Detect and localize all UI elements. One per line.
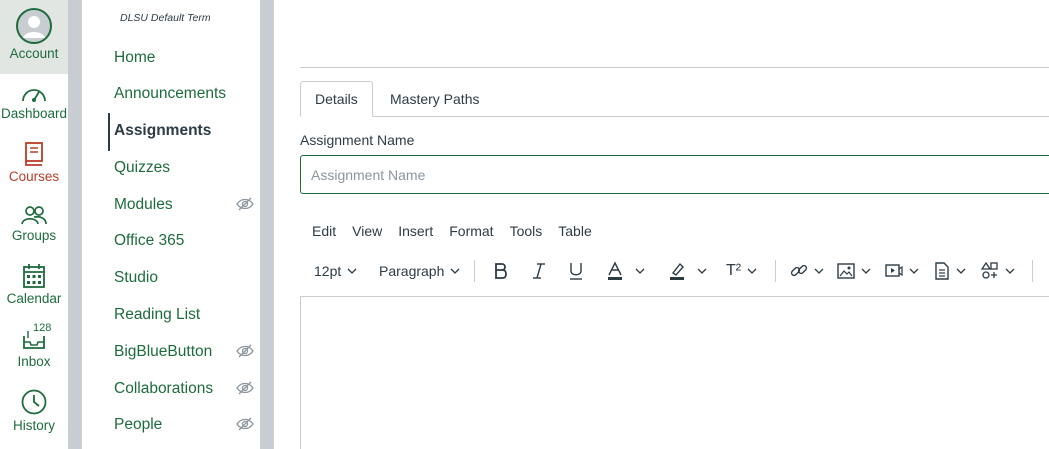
chevron-down-icon (450, 268, 460, 274)
course-nav-reading-list[interactable]: Reading List (114, 306, 200, 324)
global-nav: Account Dashboard Courses Groups Calenda… (0, 0, 68, 449)
apps-button[interactable] (981, 258, 1015, 284)
media-button[interactable] (885, 258, 919, 284)
active-indicator (108, 113, 110, 151)
document-button[interactable] (934, 258, 966, 284)
block-format-select[interactable]: Paragraph (379, 258, 460, 284)
nav-divider-right (260, 0, 274, 449)
eye-off-icon (236, 381, 254, 395)
nav-account-label: Account (9, 46, 59, 61)
nav-calendar-label: Calendar (6, 291, 62, 306)
chevron-down-icon (909, 268, 919, 274)
header-divider (300, 67, 1049, 68)
nav-account[interactable]: Account (0, 0, 68, 74)
nav-history-label: History (12, 418, 55, 433)
text-color-button[interactable] (607, 258, 645, 284)
course-nav-assignments[interactable]: Assignments (114, 122, 211, 140)
document-icon (935, 262, 949, 280)
tab-details[interactable]: Details (300, 81, 373, 117)
course-nav-studio[interactable]: Studio (114, 269, 158, 287)
image-button[interactable] (837, 258, 871, 284)
nav-groups-label: Groups (11, 228, 57, 243)
menu-table[interactable]: Table (558, 223, 591, 239)
highlighter-icon (670, 262, 684, 280)
eye-off-icon (236, 417, 254, 431)
menu-view[interactable]: View (352, 223, 382, 239)
apps-icon (981, 262, 998, 279)
toolbar-separator (775, 260, 776, 282)
course-nav-collaborations[interactable]: Collaborations (114, 380, 213, 398)
text-color-icon (608, 261, 622, 280)
term-label: DLSU Default Term (120, 12, 211, 24)
image-icon (837, 263, 855, 279)
nav-dashboard[interactable]: Dashboard (0, 84, 68, 121)
eye-off-icon (236, 344, 254, 358)
course-nav-home[interactable]: Home (114, 49, 155, 67)
book-icon (25, 142, 43, 166)
link-icon (790, 264, 808, 277)
assignment-name-label: Assignment Name (300, 132, 415, 148)
calendar-icon (23, 264, 45, 288)
course-nav: DLSU Default Term Home Announcements Ass… (82, 0, 260, 449)
chevron-down-icon (1005, 268, 1015, 274)
italic-icon (533, 263, 545, 279)
eye-off-icon (236, 197, 254, 211)
nav-courses-label: Courses (8, 169, 60, 184)
nav-dashboard-label: Dashboard (0, 106, 68, 121)
rich-text-editor[interactable] (300, 296, 1049, 449)
block-format-value: Paragraph (379, 263, 445, 279)
font-size-select[interactable]: 12pt (314, 258, 357, 284)
course-nav-quizzes[interactable]: Quizzes (114, 159, 170, 177)
font-size-value: 12pt (314, 263, 342, 279)
course-nav-bigbluebutton[interactable]: BigBlueButton (114, 343, 212, 361)
bold-button[interactable] (493, 258, 509, 284)
course-nav-announcements[interactable]: Announcements (114, 85, 226, 103)
nav-courses[interactable]: Courses (0, 141, 68, 184)
chevron-down-icon (697, 268, 707, 274)
menu-tools[interactable]: Tools (510, 223, 543, 239)
highlight-color-button[interactable] (669, 258, 707, 284)
underline-button[interactable] (568, 258, 584, 284)
groups-icon (21, 206, 47, 225)
nav-history[interactable]: History (0, 388, 68, 433)
course-nav-modules[interactable]: Modules (114, 196, 173, 214)
menu-edit[interactable]: Edit (312, 223, 336, 239)
chevron-down-icon (956, 268, 966, 274)
toolbar-separator (474, 260, 475, 282)
nav-inbox-label: Inbox (17, 354, 51, 369)
chevron-down-icon (635, 268, 645, 274)
editor-toolbar: 12pt Paragraph T² (300, 258, 1049, 284)
superscript-button[interactable]: T² (726, 258, 757, 284)
italic-button[interactable] (532, 258, 546, 284)
superscript-icon: T² (726, 262, 742, 279)
chevron-down-icon (814, 268, 824, 274)
toolbar-separator (1032, 260, 1033, 282)
media-icon (885, 264, 903, 277)
bold-icon (495, 263, 507, 279)
course-nav-office365[interactable]: Office 365 (114, 232, 184, 250)
avatar-icon (16, 8, 52, 44)
nav-inbox[interactable]: 128 Inbox (0, 322, 68, 369)
main-content: Details Mastery Paths Assignment Name Ed… (274, 0, 1049, 449)
tab-mastery-paths[interactable]: Mastery Paths (376, 81, 493, 117)
menu-format[interactable]: Format (449, 223, 493, 239)
nav-groups[interactable]: Groups (0, 204, 68, 243)
course-nav-people[interactable]: People (114, 416, 162, 434)
link-button[interactable] (790, 258, 824, 284)
menu-insert[interactable]: Insert (398, 223, 433, 239)
editor-menubar: Edit View Insert Format Tools Table (312, 223, 608, 239)
underline-icon (570, 263, 582, 280)
nav-calendar[interactable]: Calendar (0, 263, 68, 306)
chevron-down-icon (747, 268, 757, 274)
chevron-down-icon (861, 268, 871, 274)
clock-icon (21, 389, 47, 415)
nav-divider-left (68, 0, 82, 449)
assignment-name-input[interactable] (300, 155, 1049, 194)
chevron-down-icon (347, 268, 357, 274)
inbox-count-badge: 128 (33, 322, 52, 334)
dashboard-icon (22, 89, 46, 102)
